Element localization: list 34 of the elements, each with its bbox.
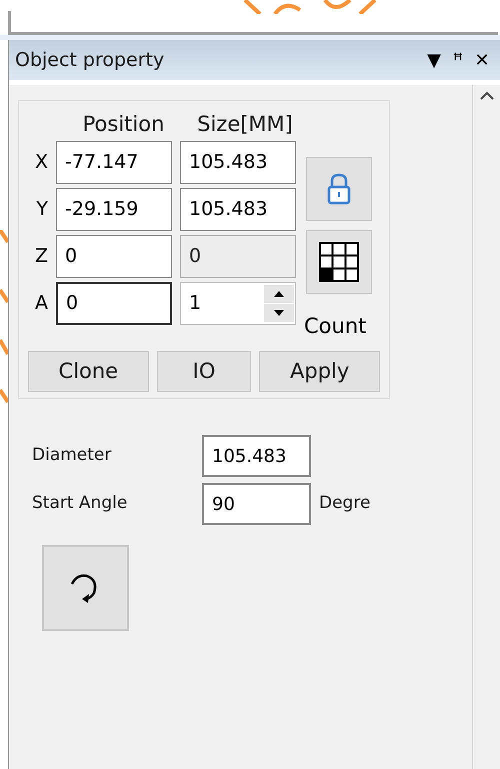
count-label: Count bbox=[304, 312, 368, 340]
lock-icon bbox=[327, 172, 351, 204]
lock-button[interactable] bbox=[306, 156, 372, 220]
unit-label: Degre bbox=[319, 492, 370, 516]
position-field[interactable]: 0 bbox=[56, 234, 172, 278]
value-field[interactable]: 105.483 bbox=[202, 435, 311, 477]
dropdown-button[interactable]: ▼ bbox=[422, 46, 446, 74]
position-field[interactable]: 0 bbox=[56, 282, 172, 324]
position-header: Position bbox=[82, 111, 166, 138]
action-button[interactable]: IO bbox=[156, 351, 252, 392]
action-button[interactable]: Apply bbox=[259, 351, 380, 392]
field-label: Diameter bbox=[32, 444, 112, 468]
scroll-up-icon[interactable] bbox=[478, 91, 494, 101]
axis-label: Z bbox=[34, 244, 48, 269]
size-field[interactable]: 105.483 bbox=[180, 140, 296, 184]
rotate-button[interactable] bbox=[42, 545, 129, 631]
position-field[interactable]: -29.159 bbox=[56, 188, 172, 230]
value-field[interactable]: 90 bbox=[202, 483, 311, 525]
action-button[interactable]: Clone bbox=[28, 351, 149, 392]
axis-label: A bbox=[34, 290, 48, 316]
field-label: Start Angle bbox=[32, 492, 128, 516]
size-header: Size[MM] bbox=[196, 111, 294, 138]
size-field[interactable]: 105.483 bbox=[180, 188, 296, 230]
grid-icon bbox=[319, 242, 359, 282]
array-button[interactable] bbox=[306, 230, 372, 294]
pin-button[interactable]: ꟸ bbox=[446, 46, 470, 74]
panel-title: Object property bbox=[15, 48, 166, 73]
count-spinner[interactable]: 1 bbox=[180, 282, 296, 324]
axis-label: X bbox=[34, 150, 48, 175]
spin-up-icon[interactable] bbox=[264, 284, 294, 302]
spin-down-icon[interactable] bbox=[264, 304, 294, 322]
close-button[interactable]: ✕ bbox=[470, 46, 494, 74]
axis-label: Y bbox=[35, 196, 48, 222]
position-field[interactable]: -77.147 bbox=[56, 140, 172, 184]
